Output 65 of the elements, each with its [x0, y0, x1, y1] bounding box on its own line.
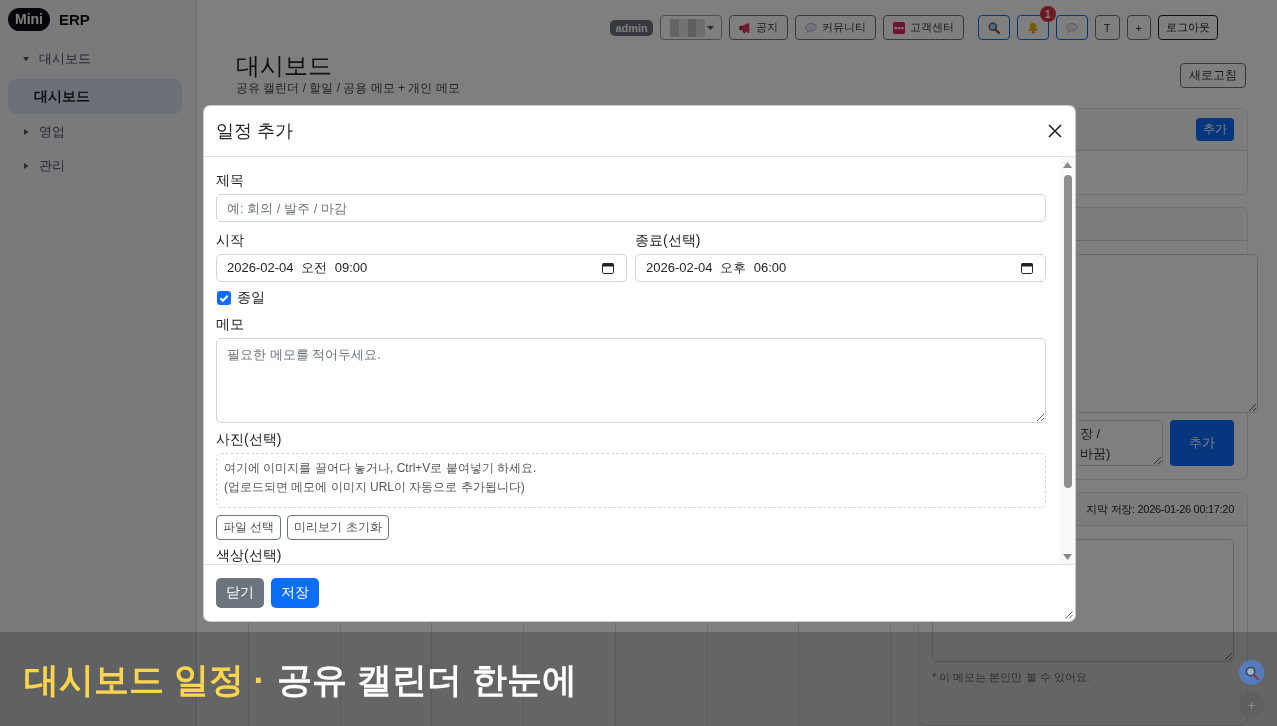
- caption-text: 공유 캘린더 한눈에: [277, 658, 577, 701]
- refresh-button[interactable]: 새로고침: [1180, 63, 1246, 88]
- memo-textarea[interactable]: 필요한 메모를 적어두세요.: [216, 338, 1046, 423]
- speech-bubble-icon: [804, 22, 817, 33]
- calendar-icon: [602, 262, 614, 274]
- font-button[interactable]: T: [1094, 15, 1120, 40]
- caption-highlight: 대시보드 일정 ·: [24, 658, 266, 701]
- drop-hint-text: (업로드되면 메모에 이미지 URL이 자동으로 추가됩니다): [224, 479, 526, 496]
- scroll-down-icon: [1063, 554, 1072, 560]
- search-icon: [1244, 665, 1259, 680]
- save-button[interactable]: 저장: [271, 578, 319, 608]
- logo-badge: Mini: [8, 8, 50, 31]
- notice-button[interactable]: 공지: [728, 15, 788, 40]
- add-button[interactable]: 추가: [1196, 118, 1234, 141]
- title-input[interactable]: 예: 회의 / 발주 / 마감: [216, 194, 1046, 222]
- support-button[interactable]: 고객센터: [882, 15, 964, 40]
- drop-hint-text: 여기에 이미지를 끌어다 놓거나, Ctrl+V로 붙여넣기 하세요.: [224, 460, 538, 477]
- search-button[interactable]: [977, 15, 1010, 40]
- end-datetime-input[interactable]: 2026-02-04 오후 06:00: [635, 254, 1046, 282]
- preview-reset-button[interactable]: 미리보기 초기화: [287, 515, 389, 540]
- scrollbar-thumb[interactable]: [1063, 175, 1072, 488]
- save-time-text: 지막 저장: 2026-01-26 00:17:20: [1086, 501, 1234, 517]
- search-fab[interactable]: [1239, 660, 1264, 685]
- close-dialog-button[interactable]: 닫기: [216, 578, 264, 608]
- modal-title: 일정 추가: [216, 120, 293, 143]
- search-icon: [987, 21, 1000, 34]
- sidebar-item[interactable]: 영업: [8, 115, 182, 149]
- file-select-button[interactable]: 파일 선택: [216, 515, 282, 540]
- user-select[interactable]: [659, 15, 722, 40]
- sign-icon: [892, 21, 905, 34]
- add-button[interactable]: 추가: [1170, 420, 1234, 466]
- field-label: 시작: [216, 232, 245, 248]
- chat-button[interactable]: [1055, 15, 1088, 40]
- memo-textarea[interactable]: 장 / 바꿈): [1078, 420, 1163, 466]
- page-title: 대시보드: [236, 52, 333, 80]
- logout-button[interactable]: 로그아웃: [1158, 15, 1218, 40]
- close-button[interactable]: [1048, 124, 1062, 138]
- close-icon: [1048, 124, 1062, 138]
- page-subtitle: 공유 캘린더 / 할일 / 공용 메모 + 개인 메모: [236, 81, 460, 95]
- pixelated-block: [669, 18, 705, 37]
- field-label: 종료(선택): [635, 232, 702, 248]
- sidebar-item[interactable]: 관리: [8, 149, 182, 183]
- field-label: 제목: [216, 172, 245, 188]
- notification-badge: 1: [1039, 6, 1056, 22]
- sidebar-item[interactable]: 대시보드: [8, 79, 182, 114]
- checkbox-label: 종일: [237, 289, 265, 307]
- caret-icon: [706, 25, 714, 30]
- bell-icon: [1026, 21, 1039, 34]
- checkbox[interactable]: [217, 291, 231, 305]
- resize-grip-icon[interactable]: [1065, 611, 1073, 619]
- community-button[interactable]: 커뮤니티: [794, 15, 876, 40]
- scrollbar[interactable]: [1060, 157, 1075, 564]
- user-badge: admin: [610, 19, 653, 36]
- field-label: 색상(선택): [216, 547, 283, 563]
- speech-bubble-icon: [1065, 22, 1078, 33]
- field-label: 사진(선택): [216, 431, 283, 447]
- plus-button[interactable]: +: [1126, 15, 1151, 40]
- sidebar-item[interactable]: 대시보드: [8, 42, 182, 76]
- logo-text: ERP: [59, 11, 90, 28]
- start-datetime-input[interactable]: 2026-02-04 오전 09:00: [216, 254, 627, 282]
- drop-zone[interactable]: 여기에 이미지를 끌어다 놓거나, Ctrl+V로 붙여넣기 하세요. (업로드되면 메모에 이미지 URL이 자동으로 추가됩니다): [216, 453, 1046, 508]
- field-label: 메모: [216, 316, 245, 332]
- calendar-icon: [1021, 262, 1033, 274]
- megaphone-icon: [738, 21, 751, 34]
- scroll-up-icon: [1063, 162, 1072, 168]
